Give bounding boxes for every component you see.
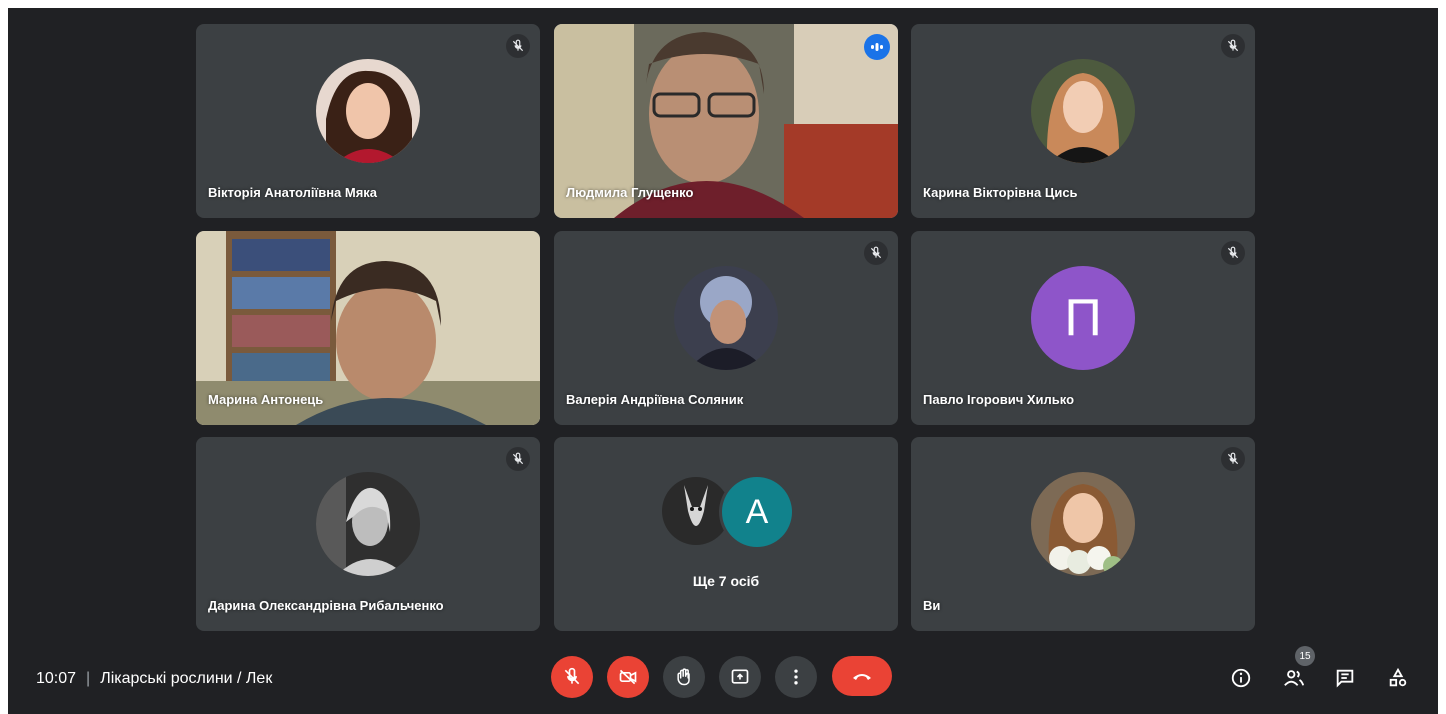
avatar bbox=[662, 477, 730, 545]
mic-off-icon bbox=[864, 241, 888, 265]
more-participants-tile[interactable]: А Ще 7 осіб bbox=[554, 437, 898, 631]
toggle-microphone-button[interactable] bbox=[551, 656, 593, 698]
self-tile[interactable]: Ви bbox=[911, 437, 1255, 631]
meeting-time: 10:07 bbox=[36, 670, 77, 687]
participant-tile[interactable]: Валерія Андріївна Соляник bbox=[554, 231, 898, 425]
participant-tile[interactable]: Дарина Олександрівна Рибальченко bbox=[196, 437, 540, 631]
participant-name: Павло Ігорович Хилько bbox=[923, 392, 1075, 407]
toggle-camera-button[interactable] bbox=[607, 656, 649, 698]
mic-off-icon bbox=[1221, 34, 1245, 58]
participant-name: Ви bbox=[923, 598, 941, 613]
participant-tile[interactable]: Марина Антонець bbox=[196, 231, 540, 425]
leave-call-button[interactable] bbox=[832, 656, 892, 696]
participant-tile[interactable]: П Павло Ігорович Хилько bbox=[911, 231, 1255, 425]
mic-off-icon bbox=[506, 447, 530, 471]
avatar bbox=[316, 472, 420, 577]
participant-name: Валерія Андріївна Соляник bbox=[566, 392, 744, 407]
meeting-stage: Вікторія Анатоліївна Мяка Людмила Глущен… bbox=[8, 8, 1438, 714]
present-now-button[interactable] bbox=[719, 656, 761, 698]
speaking-indicator-icon bbox=[864, 34, 890, 60]
mic-off-icon bbox=[506, 34, 530, 58]
meeting-details: 10:07 | Лікарські рослини / Лек bbox=[36, 670, 272, 688]
avatar bbox=[316, 59, 420, 164]
more-vert-icon bbox=[794, 669, 798, 685]
activities-button[interactable] bbox=[1384, 664, 1412, 692]
more-participants-label: Ще 7 осіб bbox=[692, 573, 760, 589]
avatar-letter: П bbox=[1031, 266, 1135, 371]
participant-tile-active-speaker[interactable]: Людмила Глущенко bbox=[554, 24, 898, 218]
avatar-letter: А bbox=[722, 477, 792, 547]
mic-off-icon bbox=[1221, 447, 1245, 471]
hand-icon bbox=[677, 668, 690, 686]
participant-name: Марина Антонець bbox=[208, 392, 324, 407]
info-icon bbox=[1231, 668, 1251, 688]
participant-tile[interactable]: Вікторія Анатоліївна Мяка bbox=[196, 24, 540, 218]
participants-button[interactable] bbox=[1280, 664, 1308, 692]
mic-off-icon bbox=[564, 667, 580, 685]
raise-hand-button[interactable] bbox=[663, 656, 705, 698]
avatar bbox=[1031, 472, 1135, 577]
chat-button[interactable] bbox=[1331, 664, 1359, 692]
bottom-toolbar: 10:07 | Лікарські рослини / Лек 15 bbox=[8, 630, 1438, 714]
participant-name: Людмила Глущенко bbox=[566, 185, 694, 200]
camera-off-icon bbox=[619, 669, 637, 685]
chat-icon bbox=[1336, 669, 1354, 688]
more-options-button[interactable] bbox=[775, 656, 817, 698]
separator: | bbox=[86, 670, 91, 687]
avatar bbox=[674, 266, 778, 371]
meeting-title: Лікарські рослини / Лек bbox=[100, 670, 273, 687]
activities-icon bbox=[1389, 667, 1407, 687]
avatar bbox=[1031, 59, 1135, 164]
mic-off-icon bbox=[1221, 241, 1245, 265]
participant-tile[interactable]: Карина Вікторівна Цись bbox=[911, 24, 1255, 218]
participants-count-badge: 15 bbox=[1295, 646, 1315, 666]
participant-name: Дарина Олександрівна Рибальченко bbox=[208, 598, 444, 613]
participant-name: Вікторія Анатоліївна Мяка bbox=[208, 185, 378, 200]
call-end-icon bbox=[853, 674, 871, 680]
meeting-info-button[interactable] bbox=[1227, 664, 1255, 692]
participant-name: Карина Вікторівна Цись bbox=[923, 185, 1078, 200]
people-icon bbox=[1284, 670, 1305, 686]
present-icon bbox=[731, 669, 749, 684]
